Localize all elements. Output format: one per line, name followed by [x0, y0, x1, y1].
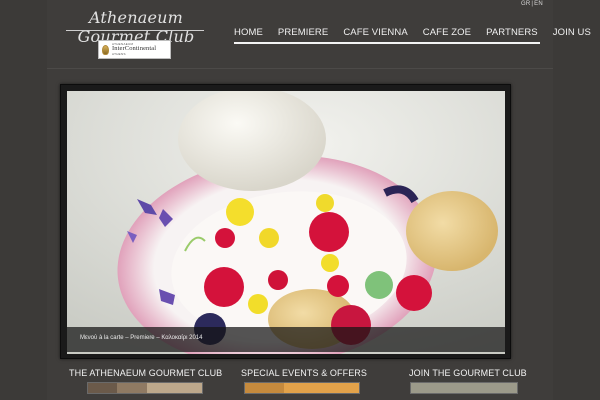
nav-item-home[interactable]: HOME	[234, 27, 263, 38]
feature-title: SPECIAL EVENTS & OFFERS	[241, 368, 367, 378]
feature-thumbnail[interactable]	[244, 382, 360, 394]
feature-gourmet-club[interactable]: THE ATHENAEUM GOURMET CLUB	[69, 368, 223, 394]
main-nav: HOME PREMIERE CAFE VIENNA CAFE ZOE PARTN…	[234, 27, 591, 38]
partner-logo-text: ATHENAEUM InterContinental ATHENS	[112, 43, 156, 56]
slide-caption: Μενού à la carte – Premiere – Καλοκαίρι …	[80, 335, 203, 341]
logo-divider	[66, 30, 204, 31]
hotel-emblem-icon	[102, 44, 109, 55]
nav-item-cafe-vienna[interactable]: CAFE VIENNA	[343, 27, 407, 38]
nav-underline	[234, 42, 540, 44]
features-row: THE ATHENAEUM GOURMET CLUB SPECIAL EVENT…	[47, 368, 553, 400]
lang-separator: |	[531, 1, 534, 7]
partner-logo-bottom-text: ATHENS	[112, 51, 126, 56]
feature-thumbnail[interactable]	[410, 382, 518, 394]
lang-en-link[interactable]: EN	[534, 1, 543, 7]
feature-title: THE ATHENAEUM GOURMET CLUB	[69, 368, 223, 378]
nav-item-join-us[interactable]: JOIN US	[553, 27, 591, 38]
hero-slider[interactable]: Μενού à la carte – Premiere – Καλοκαίρι …	[60, 84, 511, 359]
lang-gr-link[interactable]: GR	[521, 1, 530, 7]
header-divider	[47, 68, 553, 69]
slide-caption-bar: Μενού à la carte – Premiere – Καλοκαίρι …	[67, 327, 505, 352]
feature-join-club[interactable]: JOIN THE GOURMET CLUB	[409, 368, 527, 394]
nav-item-cafe-zoe[interactable]: CAFE ZOE	[423, 27, 471, 38]
intercontinental-logo[interactable]: ATHENAEUM InterContinental ATHENS	[98, 40, 171, 59]
feature-title: JOIN THE GOURMET CLUB	[409, 368, 527, 378]
feature-special-events[interactable]: SPECIAL EVENTS & OFFERS	[241, 368, 367, 394]
dessert-illustration	[67, 91, 505, 354]
nav-item-partners[interactable]: PARTNERS	[486, 27, 538, 38]
dessert-photo	[67, 91, 505, 354]
feature-thumbnail[interactable]	[87, 382, 203, 394]
nav-item-premiere[interactable]: PREMIERE	[278, 27, 328, 38]
language-switcher: GR | EN	[521, 1, 543, 7]
